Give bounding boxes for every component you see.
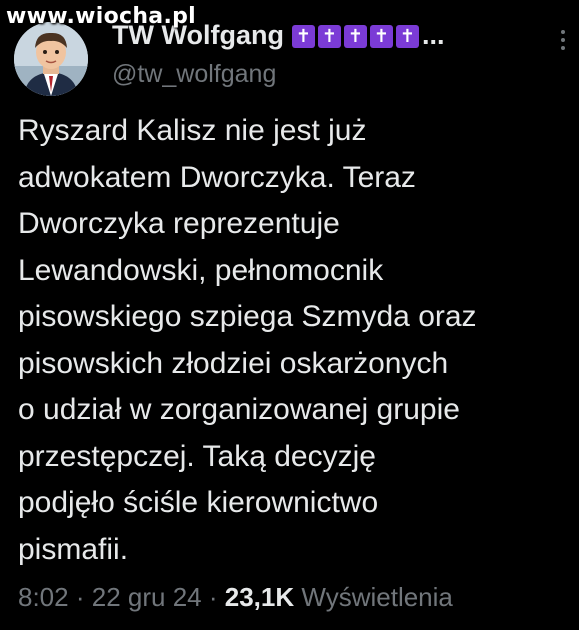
- tweet-line: podjęło ściśle kierownictwo: [18, 486, 379, 519]
- meta-separator: ·: [75, 582, 85, 612]
- more-options-button[interactable]: [556, 30, 570, 56]
- tweet-line: pisowskich złodziei oskarżonych: [18, 346, 449, 380]
- cross-icon: ✝: [317, 25, 341, 48]
- tweet-line: Dworczyka reprezentuje: [18, 207, 340, 240]
- author-handle[interactable]: @tw_wolfgang: [112, 60, 276, 89]
- avatar[interactable]: [14, 22, 88, 96]
- views-count: 23,1K: [224, 582, 295, 612]
- cross-icon: ✝: [369, 25, 393, 48]
- more-dot: [561, 46, 565, 50]
- views-label: Wyświetlenia: [301, 582, 453, 612]
- more-dots-vertical-icon: [561, 30, 565, 34]
- cross-icon: ✝: [395, 25, 419, 48]
- cross-icon: ✝: [343, 25, 367, 48]
- avatar-image: [14, 22, 88, 96]
- tweet-line: Lewandowski, pełnomocnik: [18, 253, 384, 287]
- cross-badges: ✝ ✝ ✝ ✝ ✝: [291, 25, 419, 48]
- tweet-text: Ryszard Kalisz nie jest już adwokatem Dw…: [18, 108, 573, 573]
- tweet-time[interactable]: 8:02: [18, 582, 69, 612]
- tweet-line: pismafii.: [18, 532, 129, 566]
- cross-icon: ✝: [291, 25, 315, 48]
- tweet-meta: 8:02 · 22 gru 24 · 23,1K Wyświetlenia: [18, 582, 453, 613]
- watermark: www.wiocha.pl: [6, 4, 196, 29]
- tweet-date[interactable]: 22 gru 24: [92, 582, 202, 612]
- tweet-line: o udział w zorganizowanej grupie: [18, 393, 460, 426]
- tweet-line: adwokatem Dworczyka. Teraz: [18, 160, 416, 194]
- meta-separator: ·: [208, 582, 218, 612]
- name-truncation-ellipsis: ...: [421, 20, 445, 50]
- tweet-line: pisowskiego szpiega Szmyda oraz: [18, 300, 477, 333]
- more-dot: [561, 38, 565, 42]
- tweet-line: przestępczej. Taką decyzję: [18, 439, 376, 473]
- tweet-line: Ryszard Kalisz nie jest już: [18, 114, 367, 147]
